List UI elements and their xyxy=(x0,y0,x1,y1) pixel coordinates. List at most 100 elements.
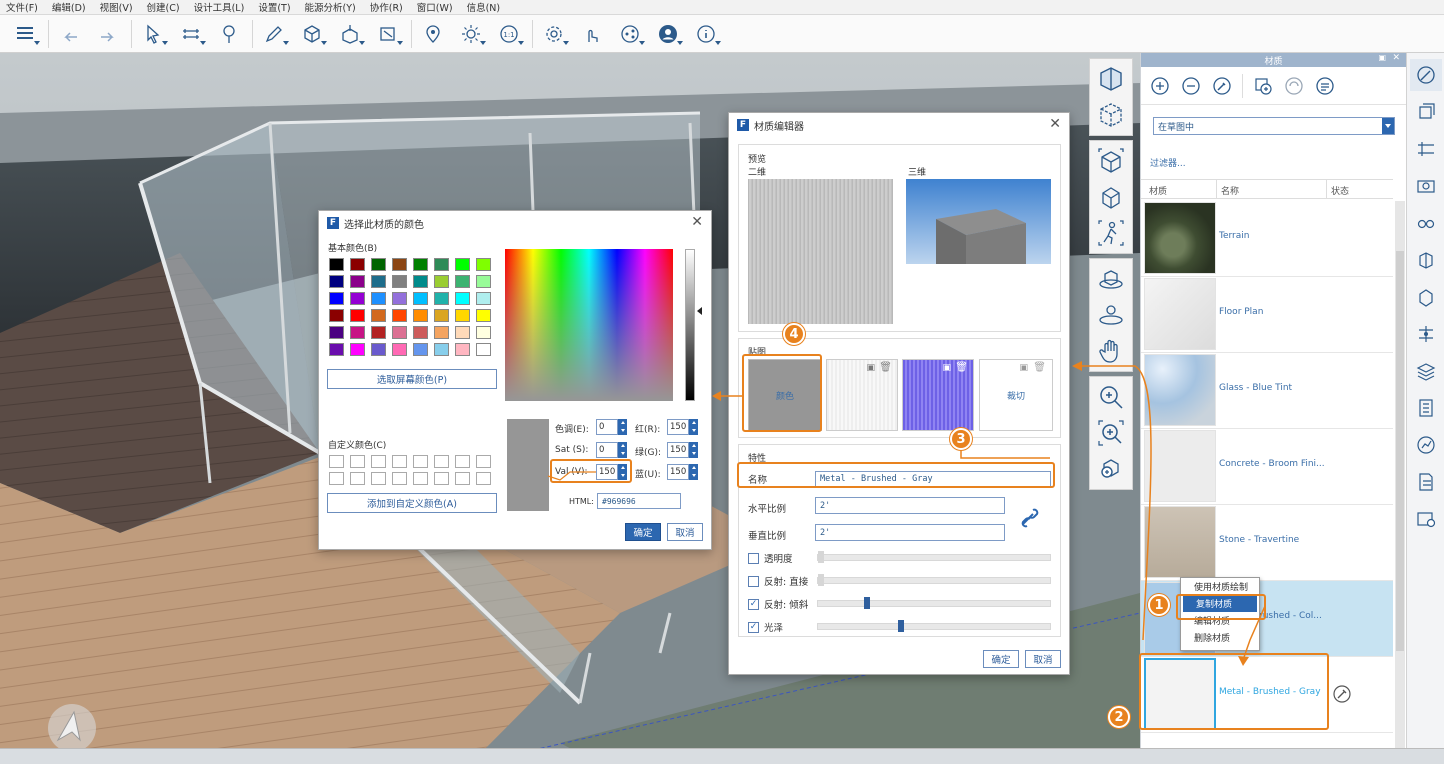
pick-screen-color-button[interactable]: 选取屏幕颜色(P) xyxy=(327,369,497,389)
home-view-icon[interactable] xyxy=(1093,143,1129,179)
new-material-icon[interactable] xyxy=(1252,75,1274,97)
list-item[interactable]: Glass - Blue Tint xyxy=(1141,353,1393,429)
zoom-extents-icon[interactable] xyxy=(1093,451,1129,487)
delete-icon[interactable]: 🗑 xyxy=(1033,362,1046,373)
material-source-dropdown[interactable]: 在草图中 xyxy=(1153,117,1395,135)
basic-color-swatch[interactable] xyxy=(476,309,491,322)
basic-color-swatch[interactable] xyxy=(413,275,428,288)
menu-item-delete-material[interactable]: 删除材质 xyxy=(1181,629,1259,646)
basic-color-swatch[interactable] xyxy=(392,326,407,339)
add-custom-color-button[interactable]: 添加到自定义颜色(A) xyxy=(327,493,497,513)
basic-color-swatch[interactable] xyxy=(329,309,344,322)
probe-icon[interactable] xyxy=(214,19,244,49)
reflect-oblique-checkbox[interactable]: ✓ xyxy=(748,598,759,610)
basic-color-swatch[interactable] xyxy=(476,275,491,288)
basic-color-swatch[interactable] xyxy=(413,292,428,305)
custom-color-swatch[interactable] xyxy=(455,455,470,468)
draw-icon[interactable] xyxy=(259,19,289,49)
menu-window[interactable]: 窗口(W) xyxy=(417,0,453,14)
basic-color-swatch[interactable] xyxy=(350,258,365,271)
share-icon[interactable] xyxy=(615,19,645,49)
html-color-input[interactable]: #969696 xyxy=(597,493,681,509)
save-icon[interactable]: ▣ xyxy=(866,363,875,373)
menu-design-tools[interactable]: 设计工具(L) xyxy=(194,0,245,14)
materials-panel-icon[interactable] xyxy=(1409,59,1442,91)
menu-edit[interactable]: 编辑(D) xyxy=(52,0,86,14)
custom-color-swatch[interactable] xyxy=(371,472,386,485)
basic-color-swatch[interactable] xyxy=(329,343,344,356)
section-cube-icon[interactable] xyxy=(1093,97,1129,133)
export-panel-icon[interactable] xyxy=(1410,466,1442,498)
blue-input[interactable]: 150 xyxy=(667,463,689,480)
structure-panel-icon[interactable] xyxy=(1410,318,1442,350)
basic-color-swatch[interactable] xyxy=(476,292,491,305)
editor-ok-button[interactable]: 确定 xyxy=(983,650,1019,668)
basic-color-swatch[interactable] xyxy=(329,292,344,305)
select-icon[interactable] xyxy=(138,19,168,49)
basic-color-swatch[interactable] xyxy=(413,258,428,271)
compass-icon[interactable] xyxy=(48,704,96,752)
custom-color-swatch[interactable] xyxy=(413,455,428,468)
close-icon[interactable]: ✕ xyxy=(1049,117,1061,131)
basic-color-swatch[interactable] xyxy=(350,292,365,305)
basic-color-swatch[interactable] xyxy=(392,292,407,305)
scenes-panel-icon[interactable] xyxy=(1410,170,1442,202)
basic-color-swatch[interactable] xyxy=(371,258,386,271)
col-state-header[interactable]: 状态 xyxy=(1331,184,1349,197)
eyedropper-icon[interactable] xyxy=(1211,75,1233,97)
transform-icon[interactable] xyxy=(373,19,403,49)
transparency-slider[interactable] xyxy=(817,551,1051,563)
red-spinner[interactable]: 150 xyxy=(667,418,698,435)
zoom-window-icon[interactable] xyxy=(1093,415,1129,451)
close-icon[interactable]: ✕ xyxy=(691,215,703,229)
float-icon[interactable]: ▣ xyxy=(1378,53,1386,62)
touch-icon[interactable] xyxy=(577,19,607,49)
basic-color-swatch[interactable] xyxy=(392,275,407,288)
material-library-icon[interactable] xyxy=(1314,75,1336,97)
editor-cancel-button[interactable]: 取消 xyxy=(1025,650,1061,668)
basic-color-swatch[interactable] xyxy=(434,258,449,271)
redo-icon[interactable] xyxy=(93,19,123,49)
basic-color-swatch[interactable] xyxy=(350,343,365,356)
hue-input[interactable]: 0 xyxy=(596,418,618,435)
custom-color-swatch[interactable] xyxy=(392,472,407,485)
menu-settings[interactable]: 设置(T) xyxy=(258,0,290,14)
custom-color-swatch[interactable] xyxy=(329,472,344,485)
custom-color-swatch[interactable] xyxy=(455,472,470,485)
basic-color-swatch[interactable] xyxy=(350,309,365,322)
bump-map-tile[interactable]: ▣ 🗑 xyxy=(902,359,974,431)
look-around-icon[interactable] xyxy=(1093,297,1129,333)
color-dialog-titlebar[interactable]: F 选择此材质的颜色 xyxy=(319,211,711,235)
info-icon[interactable] xyxy=(691,19,721,49)
view-settings-icon[interactable] xyxy=(1410,207,1442,239)
reflect-direct-checkbox[interactable] xyxy=(748,575,759,587)
list-item[interactable]: Terrain xyxy=(1141,201,1393,277)
basic-color-swatch[interactable] xyxy=(329,326,344,339)
account-icon[interactable] xyxy=(653,19,683,49)
sat-spinner[interactable]: 0 xyxy=(596,441,627,458)
col-material-header[interactable]: 材质 xyxy=(1149,184,1167,197)
basic-color-swatch[interactable] xyxy=(329,258,344,271)
vscale-input[interactable]: 2' xyxy=(815,524,1005,541)
basic-color-swatch[interactable] xyxy=(329,275,344,288)
remove-material-icon[interactable] xyxy=(1180,75,1202,97)
basic-color-swatch[interactable] xyxy=(350,275,365,288)
basic-color-swatch[interactable] xyxy=(371,326,386,339)
basic-color-swatch[interactable] xyxy=(455,309,470,322)
custom-color-swatch[interactable] xyxy=(413,472,428,485)
basic-color-swatch[interactable] xyxy=(455,275,470,288)
chevron-down-icon[interactable] xyxy=(1382,118,1394,134)
menu-file[interactable]: 文件(F) xyxy=(6,0,38,14)
basic-color-swatch[interactable] xyxy=(371,292,386,305)
layers-icon[interactable] xyxy=(10,19,40,49)
scale-icon[interactable]: 1:1 xyxy=(494,19,524,49)
close-icon[interactable]: ✕ xyxy=(1392,53,1400,63)
pan-hand-icon[interactable] xyxy=(1093,333,1129,369)
red-input[interactable]: 150 xyxy=(667,418,689,435)
hue-spinner[interactable]: 0 xyxy=(596,418,627,435)
texture-map-tile[interactable]: ▣ 🗑 xyxy=(826,359,898,431)
box-icon[interactable] xyxy=(297,19,327,49)
basic-color-swatch[interactable] xyxy=(476,326,491,339)
basic-color-swatch[interactable] xyxy=(434,309,449,322)
render-settings-icon[interactable] xyxy=(1410,503,1442,535)
